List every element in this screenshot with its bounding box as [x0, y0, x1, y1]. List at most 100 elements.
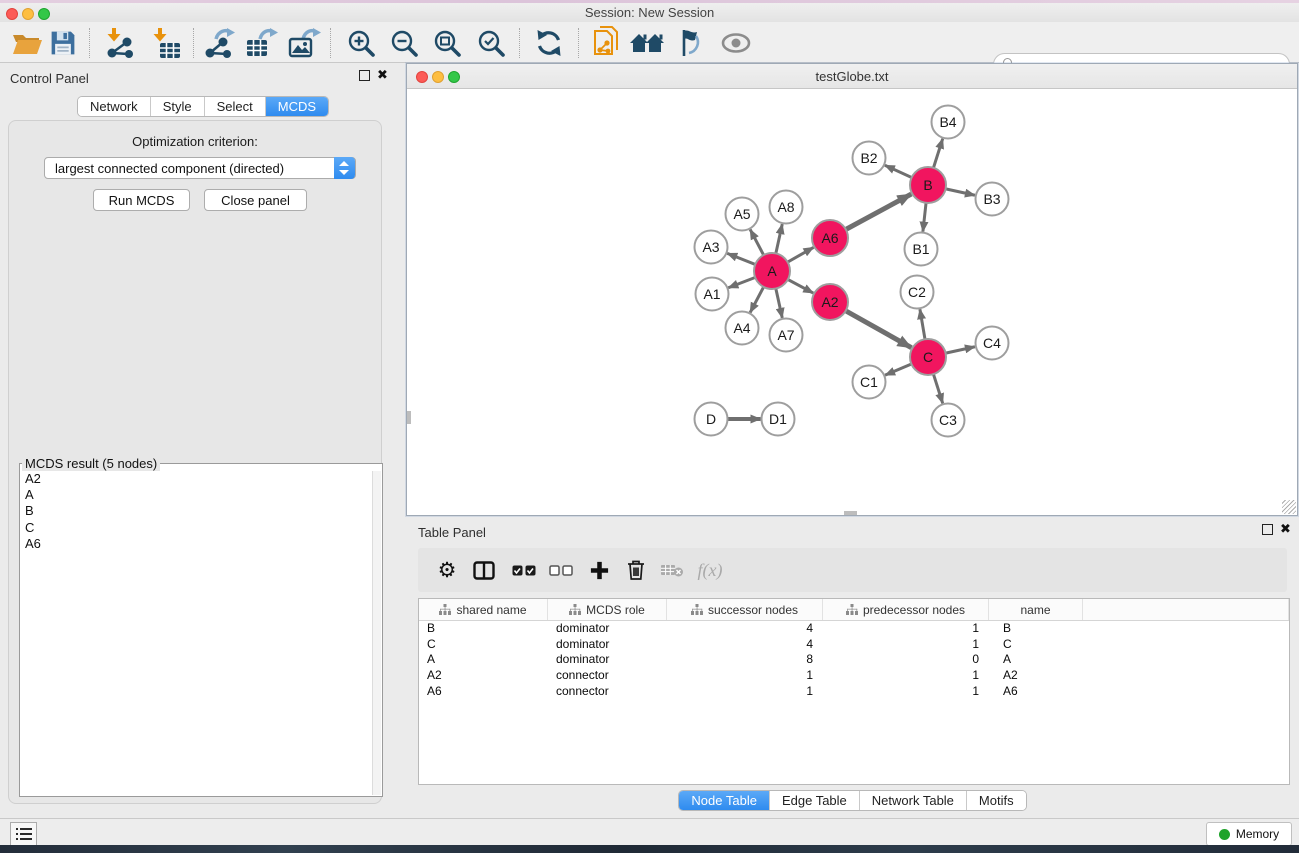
- graph-node-C1[interactable]: C1: [853, 366, 886, 399]
- import-network-icon[interactable]: [101, 27, 137, 59]
- graph-node-A3[interactable]: A3: [695, 231, 728, 264]
- zoom-out-icon[interactable]: [386, 27, 422, 59]
- memory-button[interactable]: Memory: [1206, 822, 1292, 846]
- open-session-icon[interactable]: [9, 27, 45, 59]
- graph-node-A1[interactable]: A1: [696, 278, 729, 311]
- home-icon[interactable]: [629, 27, 665, 59]
- table-cell: B: [989, 621, 1083, 637]
- graph-node-D[interactable]: D: [695, 403, 728, 436]
- eye-icon[interactable]: [718, 27, 754, 59]
- run-mcds-button[interactable]: Run MCDS: [93, 189, 190, 211]
- graph-node-C2[interactable]: C2: [901, 276, 934, 309]
- column-header-name[interactable]: name: [989, 599, 1083, 620]
- result-item[interactable]: B: [21, 503, 372, 519]
- graph-node-D1[interactable]: D1: [762, 403, 795, 436]
- graph-node-A4[interactable]: A4: [726, 312, 759, 345]
- import-table-icon[interactable]: [147, 27, 183, 59]
- column-label: predecessor nodes: [863, 603, 965, 617]
- export-image-icon[interactable]: [286, 27, 322, 59]
- table-panel: Table Panel ✖ ⚙: [406, 520, 1299, 812]
- graph-node-B4[interactable]: B4: [932, 106, 965, 139]
- create-column-icon[interactable]: [582, 548, 616, 592]
- tab-select[interactable]: Select: [204, 97, 265, 116]
- graph-node-C3[interactable]: C3: [932, 404, 965, 437]
- graph-node-A5[interactable]: A5: [726, 198, 759, 231]
- column-header-successor-nodes[interactable]: successor nodes: [667, 599, 823, 620]
- column-label: name: [1020, 603, 1050, 617]
- table-close-icon[interactable]: ✖: [1280, 521, 1291, 537]
- table-row[interactable]: Bdominator41B: [419, 621, 1289, 637]
- graph-node-B3[interactable]: B3: [976, 183, 1009, 216]
- tab-motifs[interactable]: Motifs: [966, 791, 1026, 810]
- export-network-icon[interactable]: [201, 27, 237, 59]
- canvas-scroll-nub-bottom[interactable]: [844, 511, 857, 515]
- graph-node-A2[interactable]: A2: [812, 284, 848, 320]
- resize-grip-icon[interactable]: [1282, 500, 1296, 514]
- new-network-file-icon[interactable]: [589, 27, 625, 59]
- graph-node-A8[interactable]: A8: [770, 191, 803, 224]
- criterion-dropdown[interactable]: largest connected component (directed): [44, 157, 356, 179]
- flag-icon[interactable]: [673, 27, 709, 59]
- zoom-in-icon[interactable]: [343, 27, 379, 59]
- dropdown-stepper-icon: [334, 157, 355, 179]
- table-cell: dominator: [548, 637, 667, 653]
- document-network-glyph: [591, 26, 623, 60]
- table-cell: 1: [823, 637, 989, 653]
- control-panel-title: Control Panel: [10, 71, 89, 86]
- column-header-shared-name[interactable]: shared name: [419, 599, 548, 620]
- graph-node-label: A3: [702, 239, 719, 255]
- refresh-icon[interactable]: [531, 27, 567, 59]
- graph-node-A7[interactable]: A7: [770, 319, 803, 352]
- graph-node-label: A8: [777, 199, 794, 215]
- network-canvas[interactable]: B4 B2 B B3 A8 A5 A6 A3 B1 A C2 A1 A2 A4 A7 C4 C C1 D D1 C3: [407, 89, 1296, 515]
- table-toolbar: ⚙: [418, 548, 1287, 592]
- tab-network-table[interactable]: Network Table: [859, 791, 966, 810]
- export-table-icon[interactable]: [243, 27, 279, 59]
- canvas-scroll-nub-left[interactable]: [407, 411, 411, 424]
- close-panel-icon[interactable]: ✖: [377, 67, 388, 83]
- table-row[interactable]: Cdominator41C: [419, 637, 1289, 653]
- result-item[interactable]: A: [21, 487, 372, 503]
- column-header-predecessor-nodes[interactable]: predecessor nodes: [823, 599, 989, 620]
- unselect-all-columns-icon[interactable]: [544, 548, 578, 592]
- table-row[interactable]: A6connector11A6: [419, 684, 1289, 700]
- graph-node-label: D: [706, 411, 716, 427]
- table-cell: C: [989, 637, 1083, 653]
- zoom-fit-icon[interactable]: [429, 27, 465, 59]
- magnifier-check-glyph: [476, 28, 506, 58]
- table-row[interactable]: A2connector11A2: [419, 668, 1289, 684]
- graph-node-B1[interactable]: B1: [905, 233, 938, 266]
- delete-table-icon[interactable]: [655, 548, 689, 592]
- network-view-window: testGlobe.txt B4B2BB3A8A5A6A3B1AC2A1A2A4…: [406, 63, 1298, 516]
- tab-network[interactable]: Network: [78, 97, 150, 116]
- graph-node-A[interactable]: A: [754, 253, 790, 289]
- mcds-tab-content: Optimization criterion: largest connecte…: [8, 120, 382, 804]
- result-scrollbar[interactable]: [372, 471, 381, 795]
- tab-node-table[interactable]: Node Table: [679, 791, 769, 810]
- close-panel-button[interactable]: Close panel: [204, 189, 307, 211]
- tab-style[interactable]: Style: [150, 97, 204, 116]
- float-panel-icon[interactable]: [359, 70, 370, 81]
- status-bar: Memory: [0, 818, 1299, 845]
- tab-edge-table[interactable]: Edge Table: [769, 791, 859, 810]
- table-row[interactable]: Adominator80A: [419, 652, 1289, 668]
- column-header-MCDS-role[interactable]: MCDS role: [548, 599, 667, 620]
- graph-node-B2[interactable]: B2: [853, 142, 886, 175]
- save-session-icon[interactable]: [45, 27, 81, 59]
- result-item[interactable]: A2: [21, 471, 372, 487]
- graph-node-A6[interactable]: A6: [812, 220, 848, 256]
- table-settings-icon[interactable]: ⚙: [430, 548, 464, 592]
- zoom-selected-icon[interactable]: [473, 27, 509, 59]
- graph-node-B[interactable]: B: [910, 167, 946, 203]
- graph-node-C[interactable]: C: [910, 339, 946, 375]
- tab-mcds[interactable]: MCDS: [265, 97, 328, 116]
- show-columns-icon[interactable]: [467, 548, 501, 592]
- delete-column-icon[interactable]: [619, 548, 653, 592]
- result-item[interactable]: C: [21, 520, 372, 536]
- table-float-icon[interactable]: [1262, 524, 1273, 535]
- task-history-button[interactable]: [10, 822, 37, 846]
- graph-node-C4[interactable]: C4: [976, 327, 1009, 360]
- function-builder-icon[interactable]: f(x): [690, 548, 730, 592]
- result-item[interactable]: A6: [21, 536, 372, 552]
- select-all-columns-icon[interactable]: [507, 548, 541, 592]
